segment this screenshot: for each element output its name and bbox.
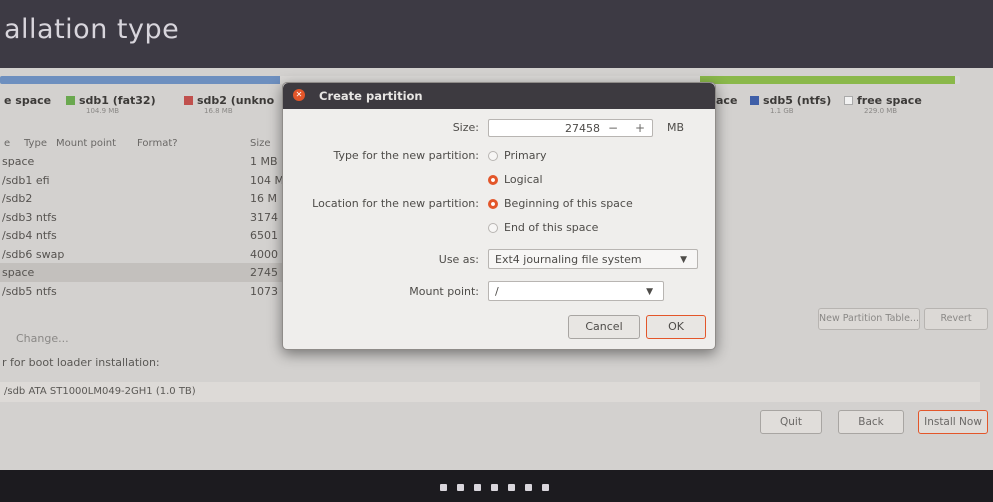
size-input[interactable]: 27458 — [488, 119, 653, 137]
beginning-radio[interactable]: Beginning of this space — [488, 197, 633, 210]
step-dot — [508, 484, 515, 491]
size-label: Size: — [452, 121, 479, 134]
quit-button[interactable]: Quit — [760, 410, 822, 434]
dialog-title: Create partition — [319, 89, 423, 103]
new-partition-table-button[interactable]: New Partition Table... — [818, 308, 920, 330]
logical-radio[interactable]: Logical — [488, 173, 543, 186]
type-label: Type for the new partition: — [333, 149, 479, 162]
column-format: Format? — [137, 138, 178, 149]
step-dot — [491, 484, 498, 491]
table-row[interactable]: space 1 MB — [0, 152, 290, 171]
step-dot — [457, 484, 464, 491]
revert-button[interactable]: Revert — [924, 308, 988, 330]
table-row[interactable]: /sdb1 efi 104 M — [0, 171, 290, 190]
size-increment-button[interactable]: + — [635, 119, 645, 137]
legend-item-sdb1: sdb1 (fat32) 104.9 MB — [66, 94, 156, 115]
radio-icon — [488, 223, 498, 233]
end-radio[interactable]: End of this space — [488, 221, 598, 234]
table-row[interactable]: /sdb5 ntfs 1073 — [0, 282, 290, 301]
legend-item-sdb5: sdb5 (ntfs) 1.1 GB — [750, 94, 831, 115]
legend-item-free-space-right: free space 229.0 MB — [844, 94, 922, 115]
mount-point-input[interactable]: / ▼ — [488, 281, 664, 301]
table-row-selected[interactable]: space 2745 — [0, 263, 290, 282]
radio-checked-icon — [488, 175, 498, 185]
page-title: allation type — [4, 14, 180, 45]
location-label: Location for the new partition: — [312, 197, 479, 210]
dropdown-arrow-icon: ▼ — [646, 287, 653, 297]
step-dot — [542, 484, 549, 491]
bootloader-label: r for boot loader installation: — [2, 356, 160, 369]
legend-item-space: ace — [716, 94, 738, 107]
legend-swatch — [750, 96, 759, 105]
step-dot — [525, 484, 532, 491]
dialog-titlebar: ✕ Create partition — [283, 83, 715, 109]
column-device: e — [4, 138, 11, 149]
bootloader-device-select[interactable]: /sdb ATA ST1000LM049-2GH1 (1.0 TB) — [0, 382, 980, 402]
partition-table: space 1 MB /sdb1 efi 104 M /sdb2 16 M /sdb3… — [0, 152, 290, 300]
radio-icon — [488, 151, 498, 161]
table-row[interactable]: /sdb3 ntfs 3174 — [0, 208, 290, 227]
legend-item-free-space: e space — [4, 94, 52, 107]
table-row[interactable]: /sdb6 swap 4000 — [0, 245, 290, 264]
table-row[interactable]: /sdb2 16 M — [0, 189, 290, 208]
mount-point-label: Mount point: — [409, 285, 479, 298]
use-as-label: Use as: — [438, 253, 479, 266]
title-bar: allation type — [0, 0, 993, 68]
install-now-button[interactable]: Install Now — [918, 410, 988, 434]
legend-swatch — [184, 96, 193, 105]
column-size: Size — [250, 138, 271, 149]
legend-item-sdb2: sdb2 (unkno 16.8 MB — [184, 94, 274, 115]
primary-radio[interactable]: Primary — [488, 149, 547, 162]
use-as-select[interactable]: Ext4 journaling file system ▼ — [488, 249, 698, 269]
column-mount-point: Mount point — [56, 138, 117, 149]
close-icon[interactable]: ✕ — [293, 89, 305, 101]
step-dot — [474, 484, 481, 491]
step-dot — [440, 484, 447, 491]
create-partition-dialog: ✕ Create partition Size: 27458 − + MB Ty… — [282, 82, 716, 350]
legend-swatch — [844, 96, 853, 105]
back-button[interactable]: Back — [838, 410, 904, 434]
partition-legend-right: ace sdb5 (ntfs) 1.1 GB free space 229.0 … — [716, 94, 986, 124]
radio-checked-icon — [488, 199, 498, 209]
cancel-button[interactable]: Cancel — [568, 315, 640, 339]
size-decrement-button[interactable]: − — [608, 119, 618, 137]
dropdown-arrow-icon: ▼ — [680, 255, 687, 265]
legend-swatch — [66, 96, 75, 105]
table-row[interactable]: /sdb4 ntfs 6501 — [0, 226, 290, 245]
step-indicator — [440, 484, 580, 494]
change-button[interactable]: Change... — [16, 332, 69, 345]
ok-button[interactable]: OK — [646, 315, 706, 339]
size-unit: MB — [667, 121, 685, 134]
column-type: Type — [24, 138, 47, 149]
